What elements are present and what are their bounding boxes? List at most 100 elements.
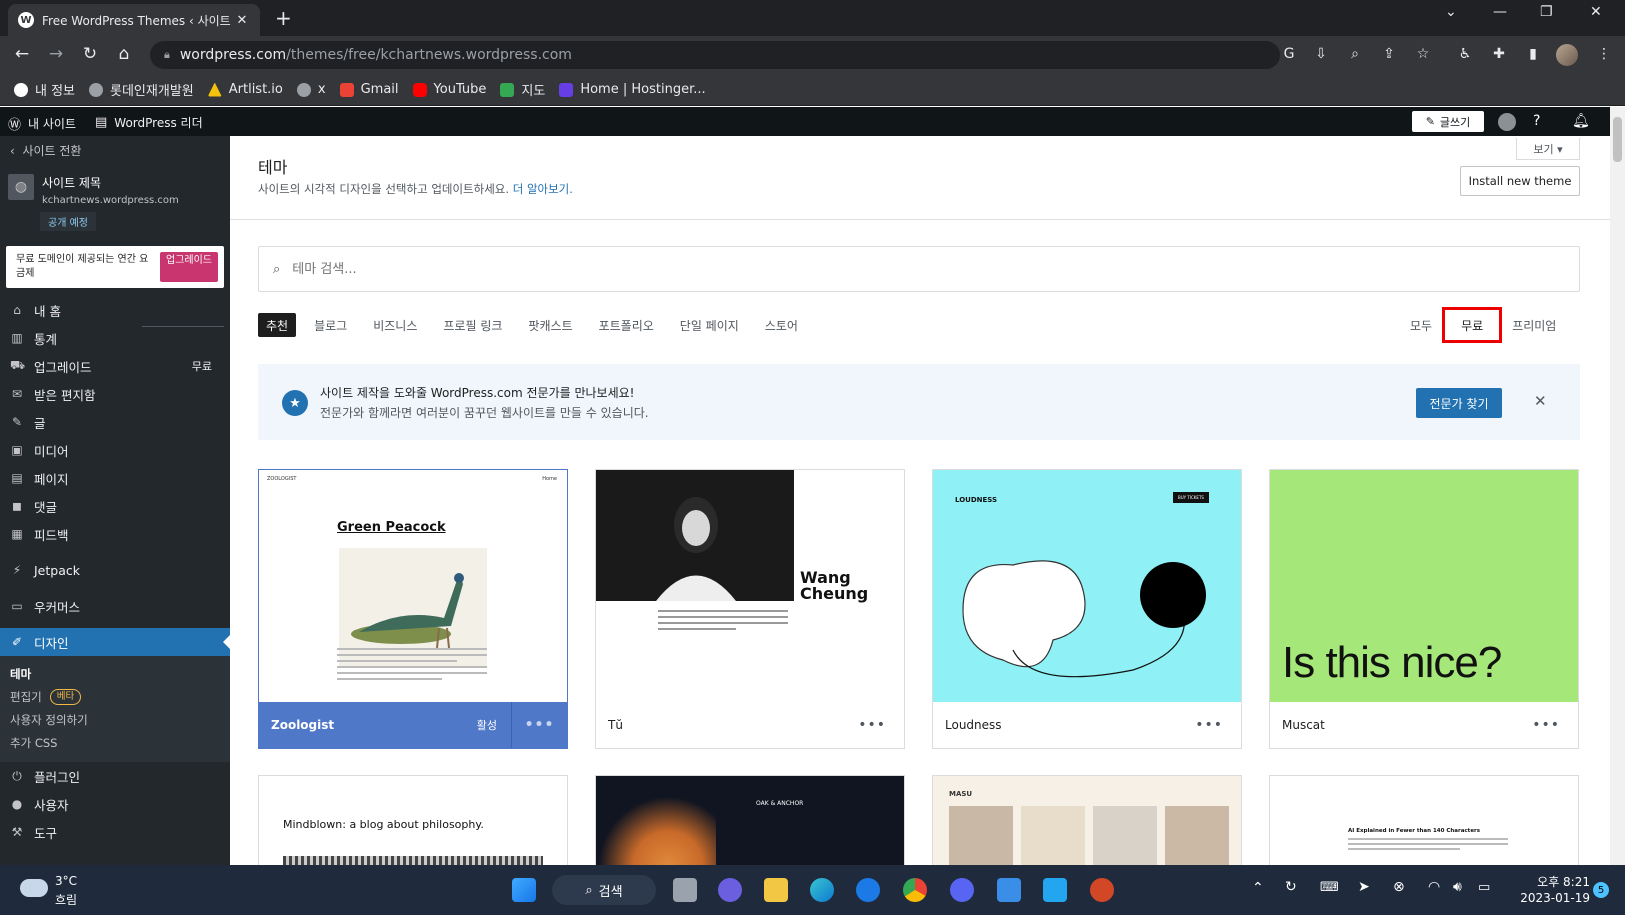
chrome-menu-icon[interactable]: ⋮ [1594, 46, 1614, 62]
notepad-icon[interactable] [997, 878, 1021, 902]
banner-close-icon[interactable]: ✕ [1534, 392, 1547, 410]
sidebar-item-pages[interactable]: ▤ 페이지 [0, 464, 230, 492]
theme-card-zoologist[interactable]: ZOOLOGIST Home Green Peacock Zoologist 활… [258, 469, 568, 749]
home-icon[interactable]: ⌂ [112, 44, 136, 64]
theme-more-icon[interactable]: ••• [1195, 717, 1223, 733]
weather-cloud-icon[interactable] [20, 879, 48, 897]
sync-icon[interactable]: ↻ [1285, 879, 1297, 895]
bookmark-5[interactable]: YouTube [412, 82, 486, 97]
browser-tab[interactable]: W Free WordPress Themes ‹ 사이트 ✕ [8, 4, 260, 36]
filter-one-page[interactable]: 단일 페이지 [672, 313, 747, 337]
theme-card-oak-anchor[interactable]: OAK & ANCHOR [595, 775, 905, 865]
learn-more-link[interactable]: 더 알아보기. [513, 182, 573, 196]
keyboard-icon[interactable]: ⌨ [1320, 880, 1339, 895]
volume-icon[interactable]: 🔊︎ [1453, 879, 1462, 895]
bookmark-0[interactable]: 내 정보 [14, 80, 75, 99]
vscode-icon[interactable] [1043, 878, 1067, 902]
powerpoint-icon[interactable] [1090, 878, 1114, 902]
sidebar-item-posts[interactable]: ✎ 글 [0, 408, 230, 436]
theme-more-icon[interactable]: ••• [858, 717, 886, 733]
sidebar-item-design[interactable]: ✐ 디자인 [0, 628, 230, 656]
theme-card-spearhead[interactable]: AI Explained in Fewer than 140 Character… [1269, 775, 1579, 865]
task-view-icon[interactable] [673, 878, 697, 902]
my-site-link[interactable]: Ⓦ 내 사이트 [8, 114, 76, 133]
theme-preview[interactable]: Is this nice? [1270, 470, 1578, 702]
bookmark-2[interactable]: Artlist.io [207, 82, 283, 97]
bookmark-3[interactable]: x [296, 82, 326, 97]
theme-preview[interactable]: LOUDNESS BUY TICKETS [933, 470, 1241, 702]
filter-blog[interactable]: 블로그 [306, 313, 355, 337]
reader-link[interactable]: ▤ WordPress 리더 [95, 114, 203, 131]
send-icon[interactable]: ➤ [1358, 879, 1370, 895]
chrome-icon[interactable] [903, 878, 927, 902]
user-avatar[interactable] [1498, 113, 1516, 131]
theme-preview[interactable]: ZOOLOGIST Home Green Peacock [259, 470, 567, 702]
submenu-additional-css[interactable]: 추가 CSS [0, 731, 230, 754]
sidebar-item-home[interactable]: ⌂ 내 홈 [0, 296, 230, 324]
tray-chevron-icon[interactable]: ⌃ [1252, 880, 1264, 896]
view-dropdown[interactable]: 보기 ▾ [1516, 138, 1580, 160]
reload-icon[interactable]: ↻ [78, 44, 102, 64]
address-bar[interactable]: 🔒︎ wordpress.com/themes/free/kchartnews.… [150, 41, 1280, 69]
theme-search-box[interactable]: ⌕ [258, 246, 1580, 292]
tier-all[interactable]: 모두 [1400, 313, 1442, 337]
install-new-theme-button[interactable]: Install new theme [1460, 166, 1580, 196]
windows-start-icon[interactable] [512, 878, 536, 902]
bing-icon[interactable] [856, 878, 880, 902]
sidebar-item-users[interactable]: ● 사용자 [0, 790, 230, 818]
file-explorer-icon[interactable] [764, 878, 788, 902]
tier-premium[interactable]: 프리미엄 [1502, 313, 1566, 337]
profile-avatar[interactable] [1556, 44, 1578, 66]
extensions-puzzle-icon[interactable]: ✚ [1489, 46, 1509, 62]
minimize-icon[interactable]: — [1493, 4, 1507, 20]
theme-card-loudness[interactable]: LOUDNESS BUY TICKETS Loudness ••• [932, 469, 1242, 749]
window-close-icon[interactable]: ✕ [1590, 4, 1602, 20]
scrollbar-thumb[interactable] [1613, 117, 1622, 162]
filter-recommended[interactable]: 추천 [258, 313, 297, 337]
write-button[interactable]: ✎ 글쓰기 [1412, 111, 1484, 132]
filter-portfolio[interactable]: 포트폴리오 [591, 313, 662, 337]
sidebar-item-comments[interactable]: ◼ 댓글 [0, 492, 230, 520]
install-app-icon[interactable]: ⇩ [1311, 46, 1331, 62]
bookmark-7[interactable]: Home | Hostinger... [559, 82, 706, 97]
bookmark-4[interactable]: Gmail [339, 82, 399, 97]
back-icon[interactable]: ← [10, 44, 34, 64]
clock-date[interactable]: 2023-01-19 [1512, 891, 1590, 905]
switch-site-link[interactable]: ‹ 사이트 전환 [10, 142, 81, 159]
forward-icon[interactable]: → [44, 44, 68, 64]
theme-preview[interactable]: Wang Cheung [596, 470, 904, 702]
sidebar-item-feedback[interactable]: ▦ 피드백 [0, 520, 230, 548]
share-icon[interactable]: ⇪ [1379, 46, 1399, 62]
teams-chat-icon[interactable] [718, 878, 742, 902]
sidebar-item-woocommerce[interactable]: ▭ 우커머스 [0, 592, 230, 620]
sidebar-item-media[interactable]: ▣ 미디어 [0, 436, 230, 464]
sidebar-item-tools[interactable]: ⚒ 도구 [0, 818, 230, 846]
theme-card-tu[interactable]: Wang Cheung Tŭ ••• [595, 469, 905, 749]
filter-link-in-bio[interactable]: 프로필 링크 [435, 313, 510, 337]
tab-search-icon[interactable]: ⌄ [1445, 4, 1457, 20]
bookmark-1[interactable]: 롯데인재개발원 [89, 80, 194, 99]
taskbar-search[interactable]: ⌕ 검색 [552, 875, 656, 905]
google-icon[interactable]: G [1279, 46, 1299, 62]
close-circle-icon[interactable]: ⊗ [1393, 879, 1405, 895]
tab-close-icon[interactable]: ✕ [234, 13, 250, 28]
edge-icon[interactable] [810, 878, 834, 902]
theme-more-icon[interactable]: ••• [511, 702, 567, 748]
bookmark-star-icon[interactable]: ☆ [1413, 46, 1433, 62]
submenu-customize[interactable]: 사용자 정의하기 [0, 708, 230, 731]
help-icon[interactable]: ? [1533, 113, 1540, 129]
notifications-bell-icon[interactable]: 🔔︎ [1572, 113, 1590, 129]
clock-time[interactable]: 오후 8:21 [1520, 873, 1590, 890]
battery-icon[interactable]: ▭ [1478, 880, 1490, 895]
notification-count-badge[interactable]: 5 [1593, 882, 1609, 898]
theme-search-input[interactable] [292, 261, 1493, 277]
extension-profile-icon[interactable]: ♿︎ [1455, 46, 1475, 62]
filter-podcast[interactable]: 팟캐스트 [520, 313, 580, 337]
new-tab-button[interactable]: + [275, 6, 292, 30]
page-scrollbar[interactable] [1610, 107, 1625, 865]
bookmark-6[interactable]: 지도 [500, 80, 545, 99]
sidebar-item-inbox[interactable]: ✉ 받은 편지함 [0, 380, 230, 408]
sidebar-item-upgrades[interactable]: ⛟ 업그레이드 무료 [0, 352, 230, 380]
filter-store[interactable]: 스토어 [757, 313, 806, 337]
submenu-editor[interactable]: 편집기 베타 [0, 685, 230, 708]
